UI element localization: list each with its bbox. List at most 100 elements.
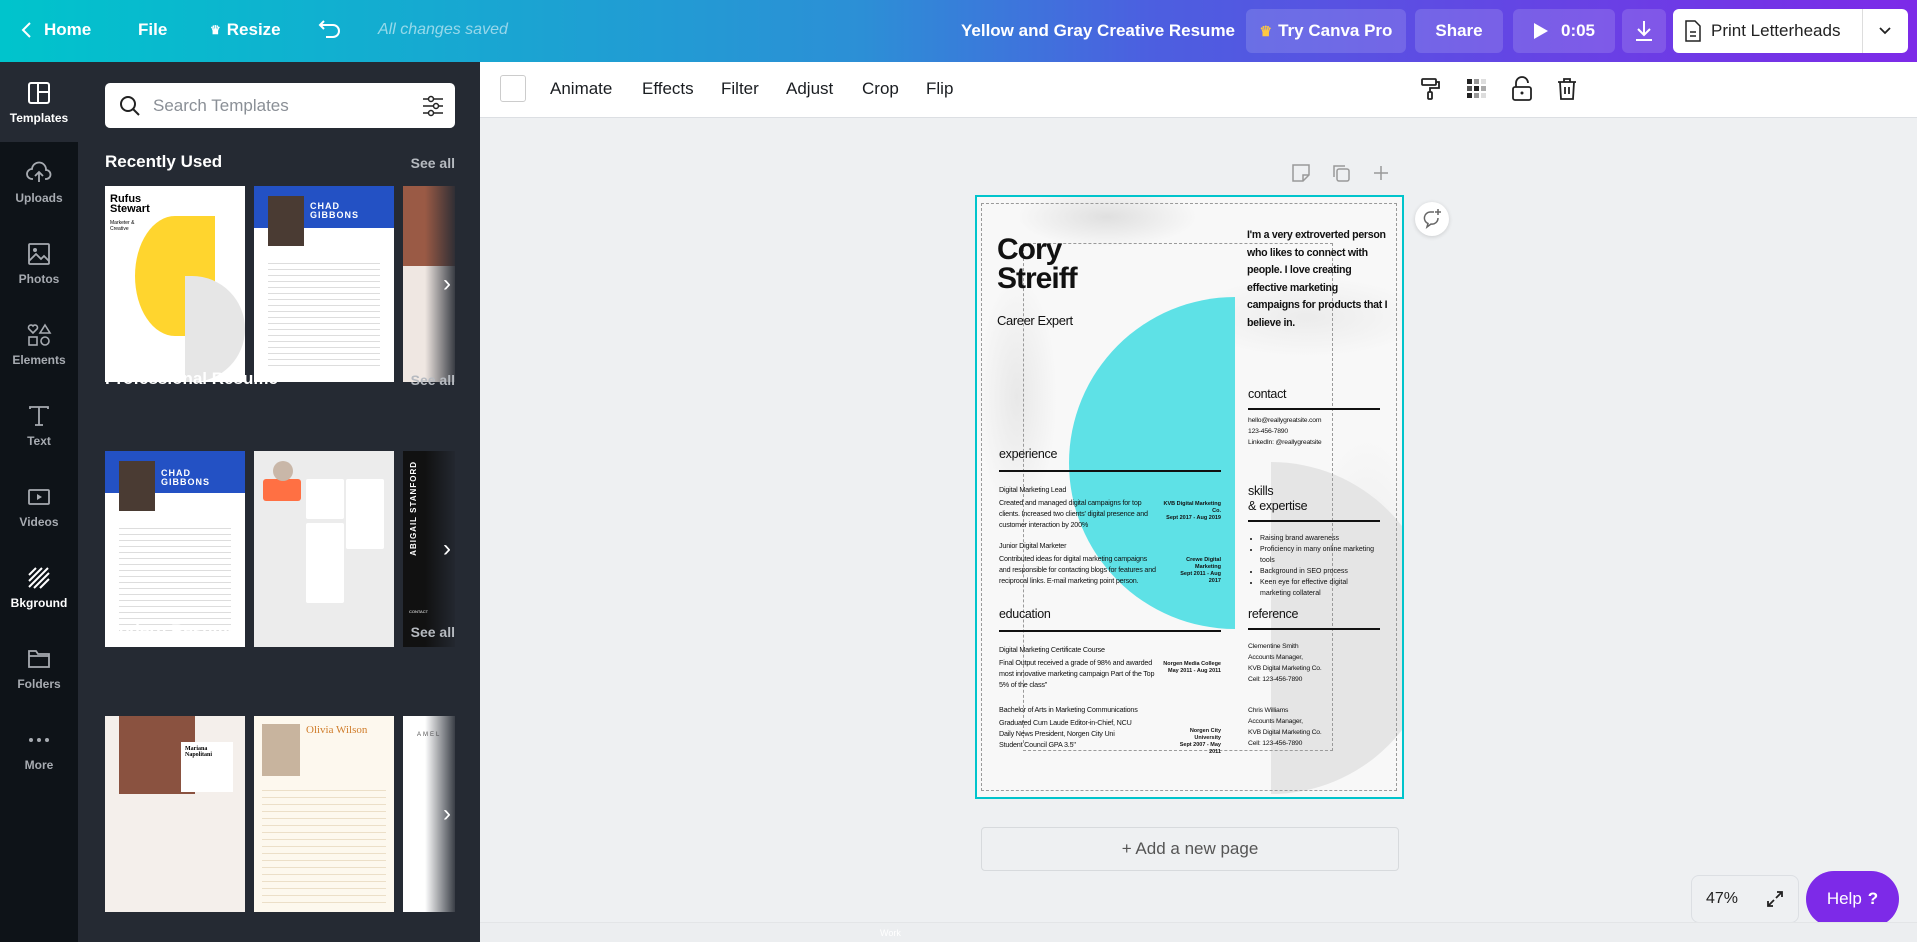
job-dates: Sept 2017 - Aug 2019 <box>1166 515 1221 521</box>
help-label: Help <box>1826 889 1862 908</box>
resume-page[interactable]: Cory Streiff Career Expert I'm a very ext… <box>975 195 1404 799</box>
template-thumb-chad-gibbons[interactable]: CHAD GIBBONS <box>254 186 394 382</box>
sidebar-item-videos[interactable]: Videos <box>0 466 78 546</box>
undo-icon <box>318 20 340 38</box>
thumb-name: CHAD GIBBONS <box>310 201 360 220</box>
sidebar-item-folders[interactable]: Folders <box>0 628 78 708</box>
play-button[interactable]: 0:05 <box>1513 9 1615 53</box>
photo-icon <box>28 242 50 265</box>
try-canva-pro-button[interactable]: ♛ Try Canva Pro <box>1246 9 1406 53</box>
see-all-recently-used[interactable]: See all <box>411 155 455 171</box>
resize-button[interactable]: ♛ Resize <box>210 20 281 40</box>
undo-button[interactable] <box>318 17 344 43</box>
scroll-right-arrow[interactable]: › <box>443 535 451 563</box>
sidebar-item-templates[interactable]: Templates <box>0 62 78 142</box>
lock-button[interactable] <box>1508 75 1536 103</box>
duplicate-page-button[interactable] <box>1330 162 1352 184</box>
sidebar-label: Uploads <box>15 190 63 205</box>
template-thumb-aaron-loeb[interactable] <box>254 451 394 647</box>
skills-heading[interactable]: skills & expertise <box>1248 484 1308 514</box>
education-entry[interactable]: Digital Marketing Certificate Course Fin… <box>999 644 1164 690</box>
education-entry[interactable]: Bachelor of Arts in Marketing Communicat… <box>999 704 1139 750</box>
template-thumb-chad-gibbons[interactable]: CHAD GIBBONS <box>105 451 245 647</box>
divider <box>1248 628 1380 630</box>
contact-heading[interactable]: contact <box>1248 387 1287 401</box>
template-thumb-olivia-wilson[interactable]: Olivia Wilson <box>254 716 394 912</box>
education-title: Bachelor of Arts in Marketing Communicat… <box>999 705 1138 714</box>
education-meta: Norgen Media College May 2011 - Aug 2011 <box>1163 661 1221 675</box>
add-comment-button[interactable] <box>1415 202 1449 236</box>
download-button[interactable] <box>1622 9 1666 53</box>
add-note-button[interactable] <box>1290 162 1312 184</box>
contact-details[interactable]: hello@reallygreatsite.com 123-456-7890 L… <box>1248 415 1322 448</box>
scroll-right-arrow[interactable]: › <box>443 800 451 828</box>
resume-name[interactable]: Cory Streiff <box>997 235 1078 294</box>
animate-button[interactable]: Animate <box>550 79 612 99</box>
sidebar-item-photos[interactable]: Photos <box>0 223 78 303</box>
top-bar: Home File ♛ Resize All changes saved Yel… <box>0 0 1917 62</box>
folder-icon <box>28 649 50 668</box>
template-thumb-mariana-napolitani[interactable]: Mariana Napolitani <box>105 716 245 912</box>
print-options-dropdown[interactable] <box>1863 26 1907 36</box>
file-menu-button[interactable]: File <box>138 20 167 40</box>
share-button[interactable]: Share <box>1415 9 1503 53</box>
zoom-control[interactable]: 47% <box>1691 875 1799 923</box>
document-title[interactable]: Yellow and Gray Creative Resume <box>961 21 1235 41</box>
contact-linkedin: LinkedIn: @reallygreatsite <box>1248 439 1322 446</box>
experience-heading[interactable]: experience <box>999 447 1057 461</box>
add-page-button[interactable] <box>1370 162 1392 184</box>
scroll-right-arrow[interactable]: › <box>443 270 451 298</box>
job-entry[interactable]: Digital Marketing Lead Created and manag… <box>999 484 1159 530</box>
reference-entry[interactable]: Chris Williams Accounts Manager, KVB Dig… <box>1248 705 1322 749</box>
sidebar-item-more[interactable]: More <box>0 709 78 789</box>
see-all-modern-resume[interactable]: See all <box>411 624 455 640</box>
help-button[interactable]: Help ? <box>1806 871 1899 927</box>
add-new-page-button[interactable]: + Add a new page <box>981 827 1399 871</box>
text-icon <box>29 405 49 426</box>
print-letterheads-main[interactable]: Print Letterheads <box>1673 9 1863 53</box>
crop-button[interactable]: Crop <box>862 79 899 99</box>
download-icon <box>1636 21 1652 41</box>
search-templates-input[interactable] <box>153 83 403 128</box>
skills-list[interactable]: Raising brand awareness Proficiency in m… <box>1249 533 1379 599</box>
color-picker-swatch[interactable] <box>500 75 526 102</box>
sidebar-label: Templates <box>9 110 69 125</box>
horizontal-scrollbar[interactable]: Work <box>480 922 1917 942</box>
resume-role[interactable]: Career Expert <box>997 313 1073 328</box>
recently-used-row: Rufus Stewart Marketer & Creative CHAD G… <box>105 186 455 382</box>
job-entry[interactable]: Junior Digital Marketer Contributed idea… <box>999 540 1159 586</box>
transparency-button[interactable] <box>1463 75 1491 103</box>
sidebar-item-elements[interactable]: Elements <box>0 304 78 384</box>
filter-button[interactable]: Filter <box>721 79 759 99</box>
home-button[interactable]: Home <box>20 20 91 40</box>
education-description: Final Output received a grade of 98% and… <box>999 658 1155 689</box>
education-meta: Norgen City University Sept 2007 - May 2… <box>1173 728 1221 756</box>
professional-resume-row: CHAD GIBBONS ABIGAIL STANFORD CONTACT › <box>105 451 455 649</box>
flip-button[interactable]: Flip <box>926 79 953 99</box>
adjust-button[interactable]: Adjust <box>786 79 833 99</box>
sidebar-label: Videos <box>19 514 59 529</box>
fullscreen-expand-icon[interactable] <box>1766 890 1784 908</box>
search-box[interactable] <box>105 83 455 128</box>
delete-button[interactable] <box>1553 75 1581 103</box>
education-heading[interactable]: education <box>999 607 1051 621</box>
filter-sliders-icon[interactable] <box>421 94 445 118</box>
reference-heading[interactable]: reference <box>1248 607 1298 621</box>
copy-style-button[interactable] <box>1417 75 1445 103</box>
effects-button[interactable]: Effects <box>642 79 694 99</box>
print-letterheads-button[interactable]: Print Letterheads <box>1673 9 1908 53</box>
reference-entry[interactable]: Clementine Smith Accounts Manager, KVB D… <box>1248 641 1322 685</box>
template-thumb-rufus-stewart[interactable]: Rufus Stewart Marketer & Creative <box>105 186 245 382</box>
see-all-professional-resume[interactable]: See all <box>411 372 455 388</box>
editor-toolbar: Animate Effects Filter Adjust Crop Flip <box>480 62 1917 118</box>
reference-cell: Cell: 123-456-7890 <box>1248 740 1303 747</box>
sidebar-item-background[interactable]: Bkground <box>0 547 78 627</box>
sidebar-item-text[interactable]: Text <box>0 385 78 465</box>
resume-bio[interactable]: I'm a very extroverted person who likes … <box>1247 227 1392 332</box>
zoom-level[interactable]: 47% <box>1706 890 1738 908</box>
templates-panel: Recently Used See all Rufus Stewart Mark… <box>78 62 480 942</box>
section-title-modern-resume: Modern Resume <box>105 621 238 640</box>
divider <box>1248 520 1380 522</box>
skill-item: Raising brand awareness <box>1260 533 1379 544</box>
sidebar-item-uploads[interactable]: Uploads <box>0 142 78 222</box>
